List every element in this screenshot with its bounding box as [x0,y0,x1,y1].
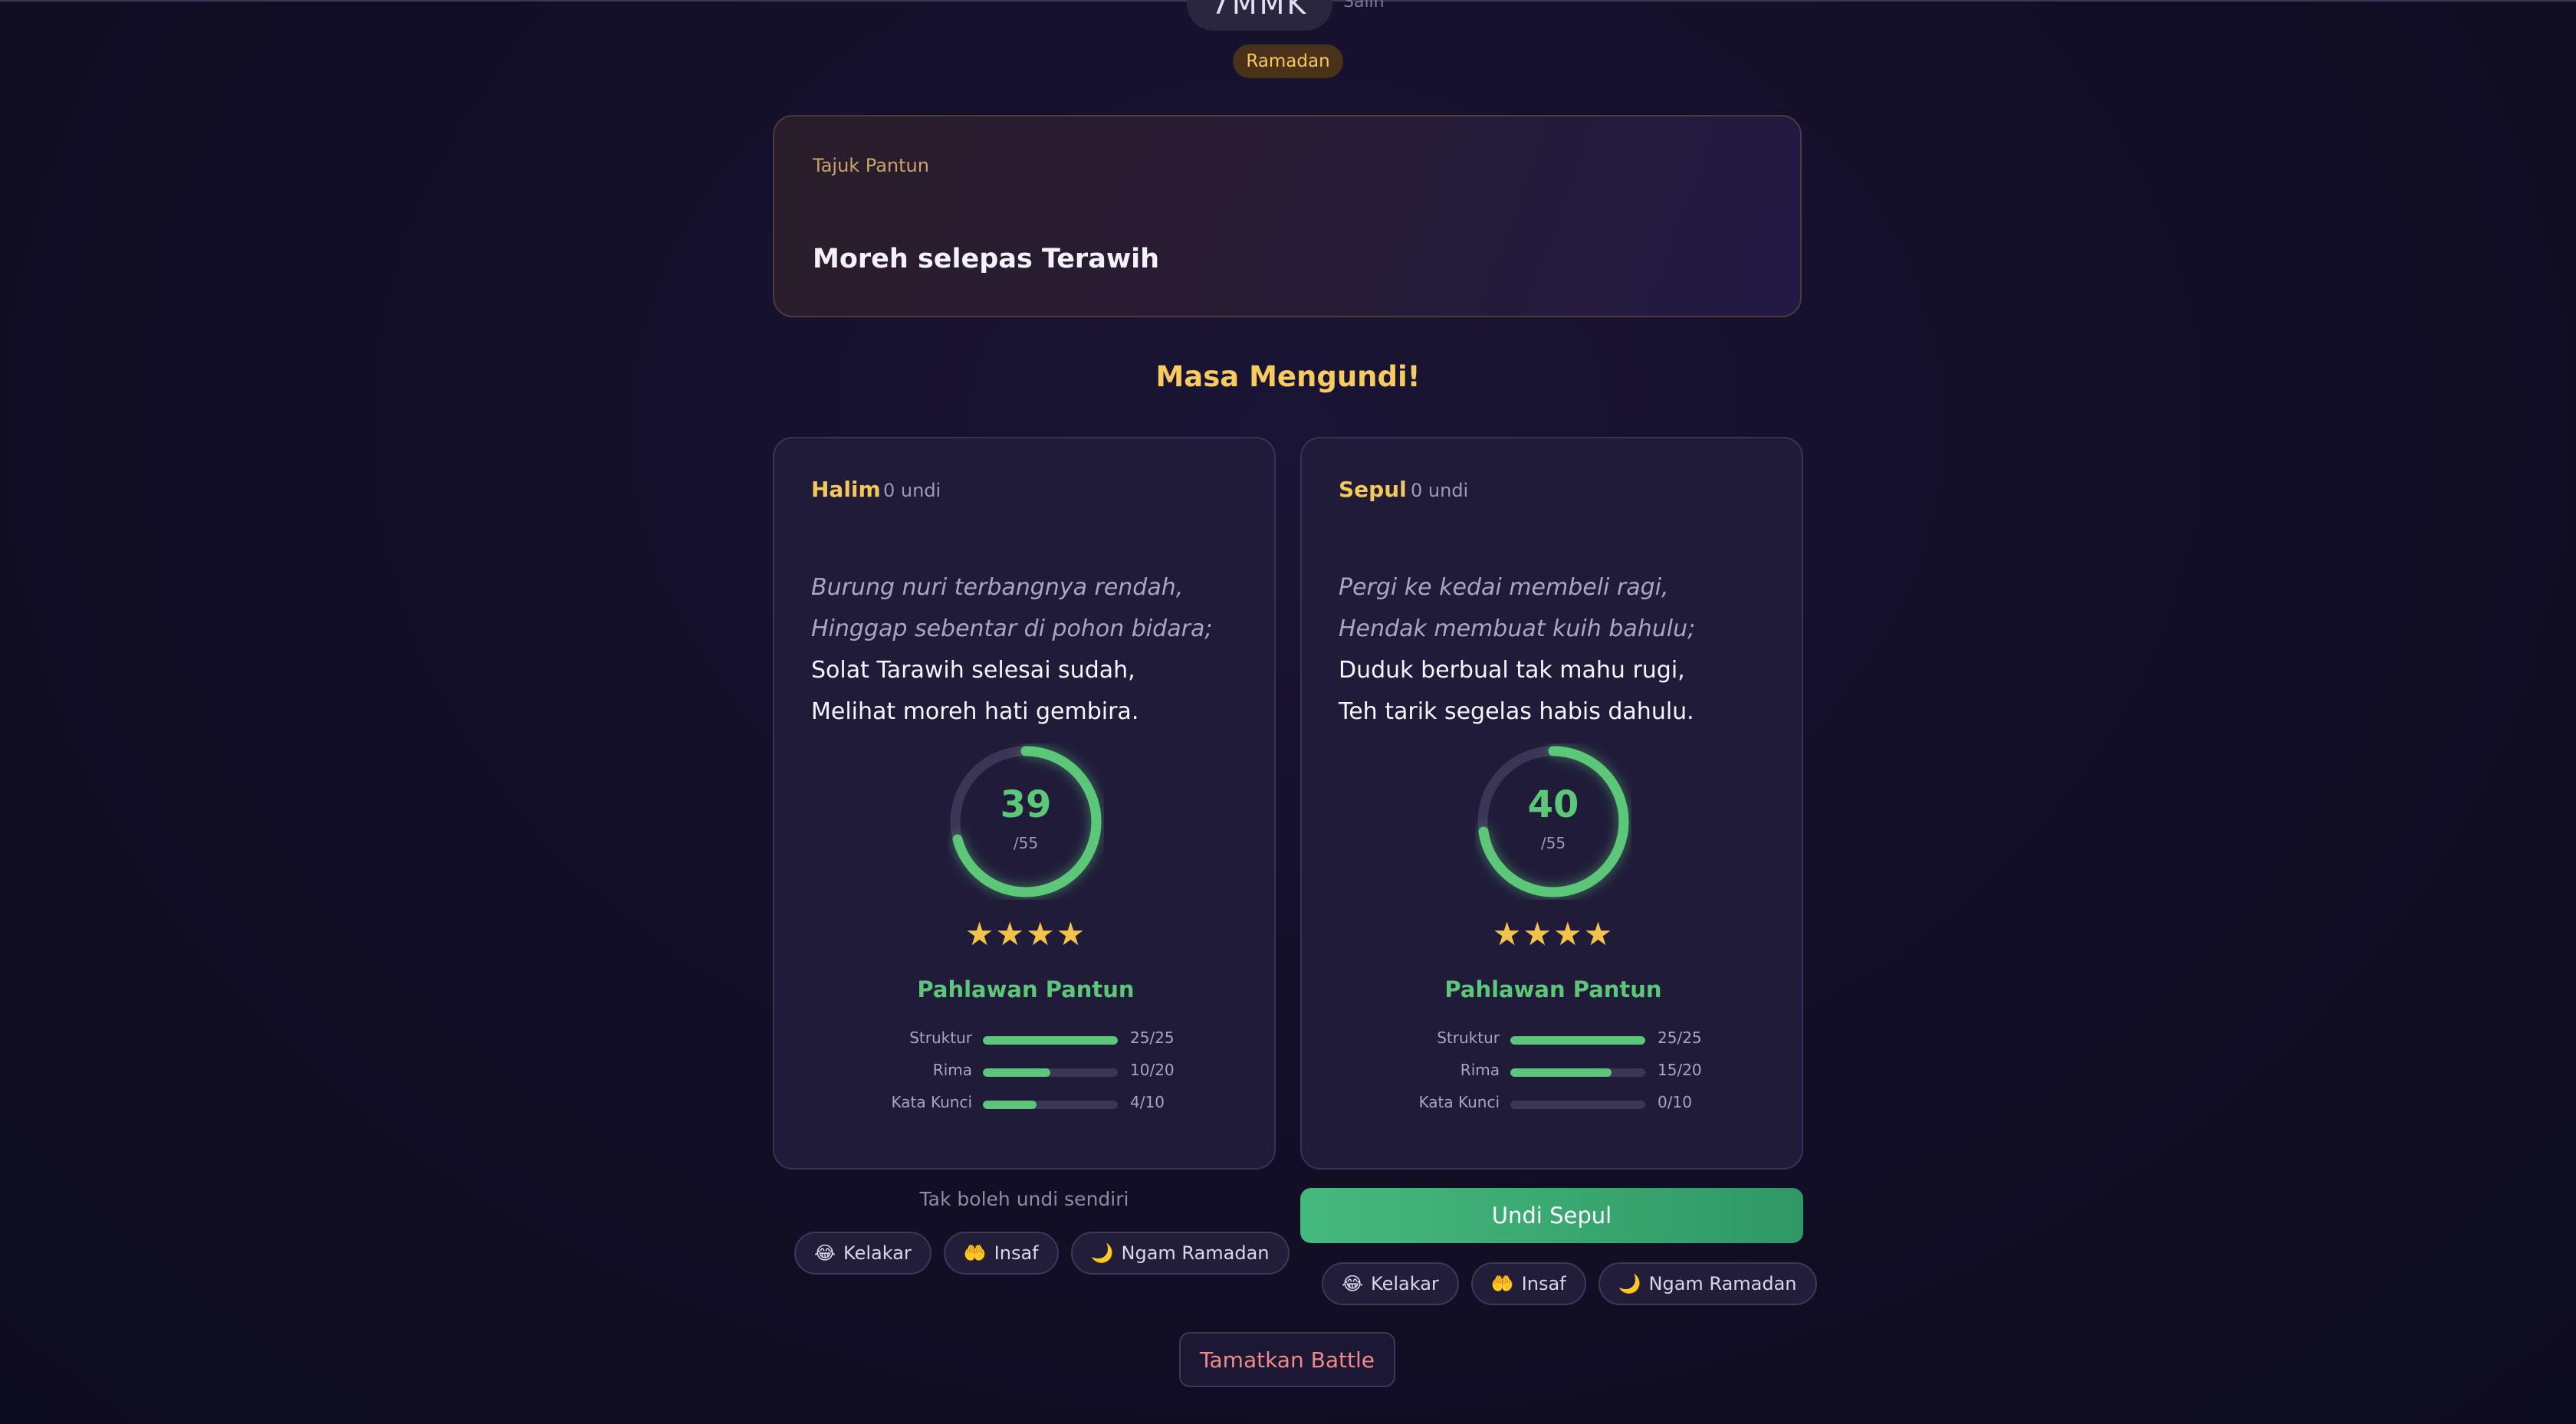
breakdown-value: 4/10 [1130,1093,1165,1111]
breakdown-bar-fill [983,1036,1118,1045]
title-card-label: Tajuk Pantun [813,155,929,176]
breakdown-bar [1510,1068,1645,1077]
reaction-label: Kelakar [1371,1273,1439,1294]
reaction-label: Ngam Ramadan [1121,1242,1270,1264]
pantun-verse: Burung nuri terbangnya rendah, Hinggap s… [811,567,1212,733]
breakdown-value: 25/25 [1658,1029,1702,1047]
breakdown-rima: Rima 10/20 [774,1061,1277,1084]
verse-line-1: Burung nuri terbangnya rendah, [811,574,1184,601]
verse-line-2: Hinggap sebentar di pohon bidara; [811,615,1213,642]
breakdown-bar [983,1101,1118,1109]
player-card-sepul: Sepul 0 undi Pergi ke kedai membeli ragi… [1300,437,1803,1170]
reaction-label: Kelakar [843,1242,912,1264]
breakdown-bar-fill [983,1101,1037,1109]
vote-count: 0 undi [1411,480,1469,501]
praying-hands-icon: 🤲 [963,1242,987,1264]
crescent-moon-icon: 🌙 [1618,1273,1641,1294]
reaction-ngam-ramadan-button[interactable]: 🌙 Ngam Ramadan [1598,1262,1817,1305]
reaction-bar-halim: 😂 Kelakar 🤲 Insaf 🌙 Ngam Ramadan [794,1232,1290,1275]
breakdown-value: 25/25 [1130,1029,1175,1047]
breakdown-bar-fill [1510,1068,1612,1077]
vote-sepul-button[interactable]: Undi Sepul [1300,1188,1803,1243]
pantun-verse: Pergi ke kedai membeli ragi, Hendak memb… [1339,567,1695,733]
verse-line-4: Teh tarik segelas habis dahulu. [1339,698,1694,725]
breakdown-bar [1510,1101,1645,1109]
score-value: 39 [1000,783,1052,826]
reaction-label: Ngam Ramadan [1648,1273,1797,1294]
breakdown-bar [983,1068,1118,1077]
reaction-label: Insaf [994,1242,1039,1264]
breakdown-label: Rima [932,1061,972,1079]
no-self-vote-notice: Tak boleh undi sendiri [919,1188,1129,1210]
score-max: /55 [1013,834,1039,852]
praying-hands-icon: 🤲 [1490,1273,1514,1294]
verse-line-1: Pergi ke kedai membeli ragi, [1339,574,1669,601]
breakdown-value: 10/20 [1130,1061,1175,1079]
breakdown-struktur: Struktur 25/25 [1302,1029,1805,1052]
pantun-title: Moreh selepas Terawih [813,244,1160,274]
verse-line-4: Melihat moreh hati gembira. [811,698,1139,725]
reaction-label: Insaf [1521,1273,1566,1294]
theme-badge: Ramadan [1233,44,1343,78]
breakdown-kata-kunci: Kata Kunci 4/10 [774,1093,1277,1116]
breakdown-bar [1510,1036,1645,1045]
player-name: Sepul [1339,477,1407,502]
reaction-kelakar-button[interactable]: 😂 Kelakar [1322,1262,1459,1305]
breakdown-kata-kunci: Kata Kunci 0/10 [1302,1093,1805,1116]
breakdown-bar-fill [1510,1036,1645,1045]
rank-title: Pahlawan Pantun [1444,976,1662,1002]
score-ring: 40 /55 [1475,743,1631,900]
breakdown-label: Struktur [1437,1029,1500,1047]
verse-line-3: Solat Tarawih selesai sudah, [811,657,1135,684]
end-battle-button[interactable]: Tamatkan Battle [1179,1332,1395,1387]
voting-heading: Masa Mengundi! [1155,360,1421,393]
rank-title: Pahlawan Pantun [917,976,1135,1002]
reaction-insaf-button[interactable]: 🤲 Insaf [1470,1262,1586,1305]
room-code: 7MMK [1187,0,1332,31]
player-name: Halim [811,477,881,502]
star-rating: ★★★★ [964,915,1087,953]
laughing-emoji-icon: 😂 [1342,1273,1364,1294]
breakdown-bar-fill [983,1068,1050,1077]
breakdown-label: Kata Kunci [891,1093,973,1111]
verse-line-3: Duduk berbual tak mahu rugi, [1339,657,1685,684]
score-ring: 39 /55 [948,743,1104,900]
copy-code-link[interactable]: Salin [1343,0,1385,11]
breakdown-label: Kata Kunci [1418,1093,1500,1111]
score-value: 40 [1527,783,1579,826]
crescent-moon-icon: 🌙 [1090,1242,1114,1264]
score-max: /55 [1540,834,1566,852]
breakdown-label: Struktur [909,1029,972,1047]
reaction-bar-sepul: 😂 Kelakar 🤲 Insaf 🌙 Ngam Ramadan [1322,1262,1817,1305]
reaction-kelakar-button[interactable]: 😂 Kelakar [794,1232,932,1275]
breakdown-value: 0/10 [1658,1093,1692,1111]
breakdown-struktur: Struktur 25/25 [774,1029,1277,1052]
reaction-insaf-button[interactable]: 🤲 Insaf [943,1232,1059,1275]
breakdown-value: 15/20 [1658,1061,1702,1079]
reaction-ngam-ramadan-button[interactable]: 🌙 Ngam Ramadan [1070,1232,1290,1275]
verse-line-2: Hendak membuat kuih bahulu; [1339,615,1696,642]
breakdown-rima: Rima 15/20 [1302,1061,1805,1084]
breakdown-label: Rima [1460,1061,1500,1079]
player-card-halim: Halim 0 undi Burung nuri terbangnya rend… [773,437,1276,1170]
star-rating: ★★★★ [1492,915,1615,953]
laughing-emoji-icon: 😂 [814,1242,836,1264]
pantun-title-card: Tajuk Pantun Moreh selepas Terawih [773,115,1802,317]
breakdown-bar [983,1036,1118,1045]
vote-count: 0 undi [883,480,941,501]
